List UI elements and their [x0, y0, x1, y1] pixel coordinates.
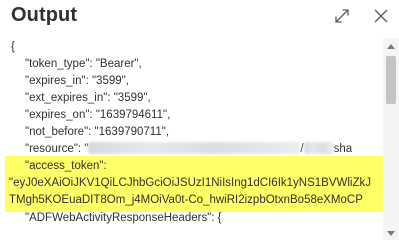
json-open-brace: { [11, 41, 15, 53]
json-line-token-type: "token_type": "Bearer", [25, 58, 142, 70]
vertical-scrollbar[interactable] [383, 38, 399, 240]
output-panel: Output { "token_type": "Bearer", "expire… [0, 0, 399, 240]
scroll-down-button[interactable] [383, 226, 399, 240]
json-line-not-before: "not_before": "1639790711", [25, 126, 170, 138]
json-line-resource: "resource": " / sha [25, 140, 352, 158]
panel-header: Output [0, 0, 399, 38]
close-icon [372, 7, 390, 25]
redacted-resource-segment [303, 142, 334, 154]
close-button[interactable] [369, 4, 393, 28]
json-line-adf-headers: "ADFWebActivityResponseHeaders": { [25, 212, 222, 224]
resource-tail: sha [333, 143, 353, 155]
json-line-ext-expires-in: "ext_expires_in": "3599", [25, 92, 151, 104]
scroll-down-arrow-icon [387, 224, 395, 240]
panel-title: Output [11, 4, 78, 26]
scroll-up-button[interactable] [383, 38, 399, 52]
resource-key: "resource": " [25, 143, 89, 155]
scroll-up-arrow-icon [387, 38, 395, 54]
json-line-access-token-key: "access_token": [25, 160, 107, 172]
json-line-expires-in: "expires_in": "3599", [25, 75, 129, 87]
expand-button[interactable] [330, 4, 354, 28]
json-line-expires-on: "expires_on": "1639794611", [25, 109, 171, 121]
redacted-resource-value [88, 142, 301, 154]
expand-icon [333, 7, 351, 25]
json-line-access-token-value-1: "eyJ0eXAiOiJKV1QiLCJhbGciOiJSUzI1NiIsIng… [9, 177, 371, 189]
json-line-access-token-value-2: TMgh5KOEuaDIT8Om_j4MOiVa0t-Co_hwiRI2izpb… [9, 194, 363, 206]
json-output: { "token_type": "Bearer", "expires_in": … [0, 38, 383, 240]
output-content[interactable]: { "token_type": "Bearer", "expires_in": … [0, 38, 399, 240]
scrollbar-thumb[interactable] [386, 56, 396, 104]
